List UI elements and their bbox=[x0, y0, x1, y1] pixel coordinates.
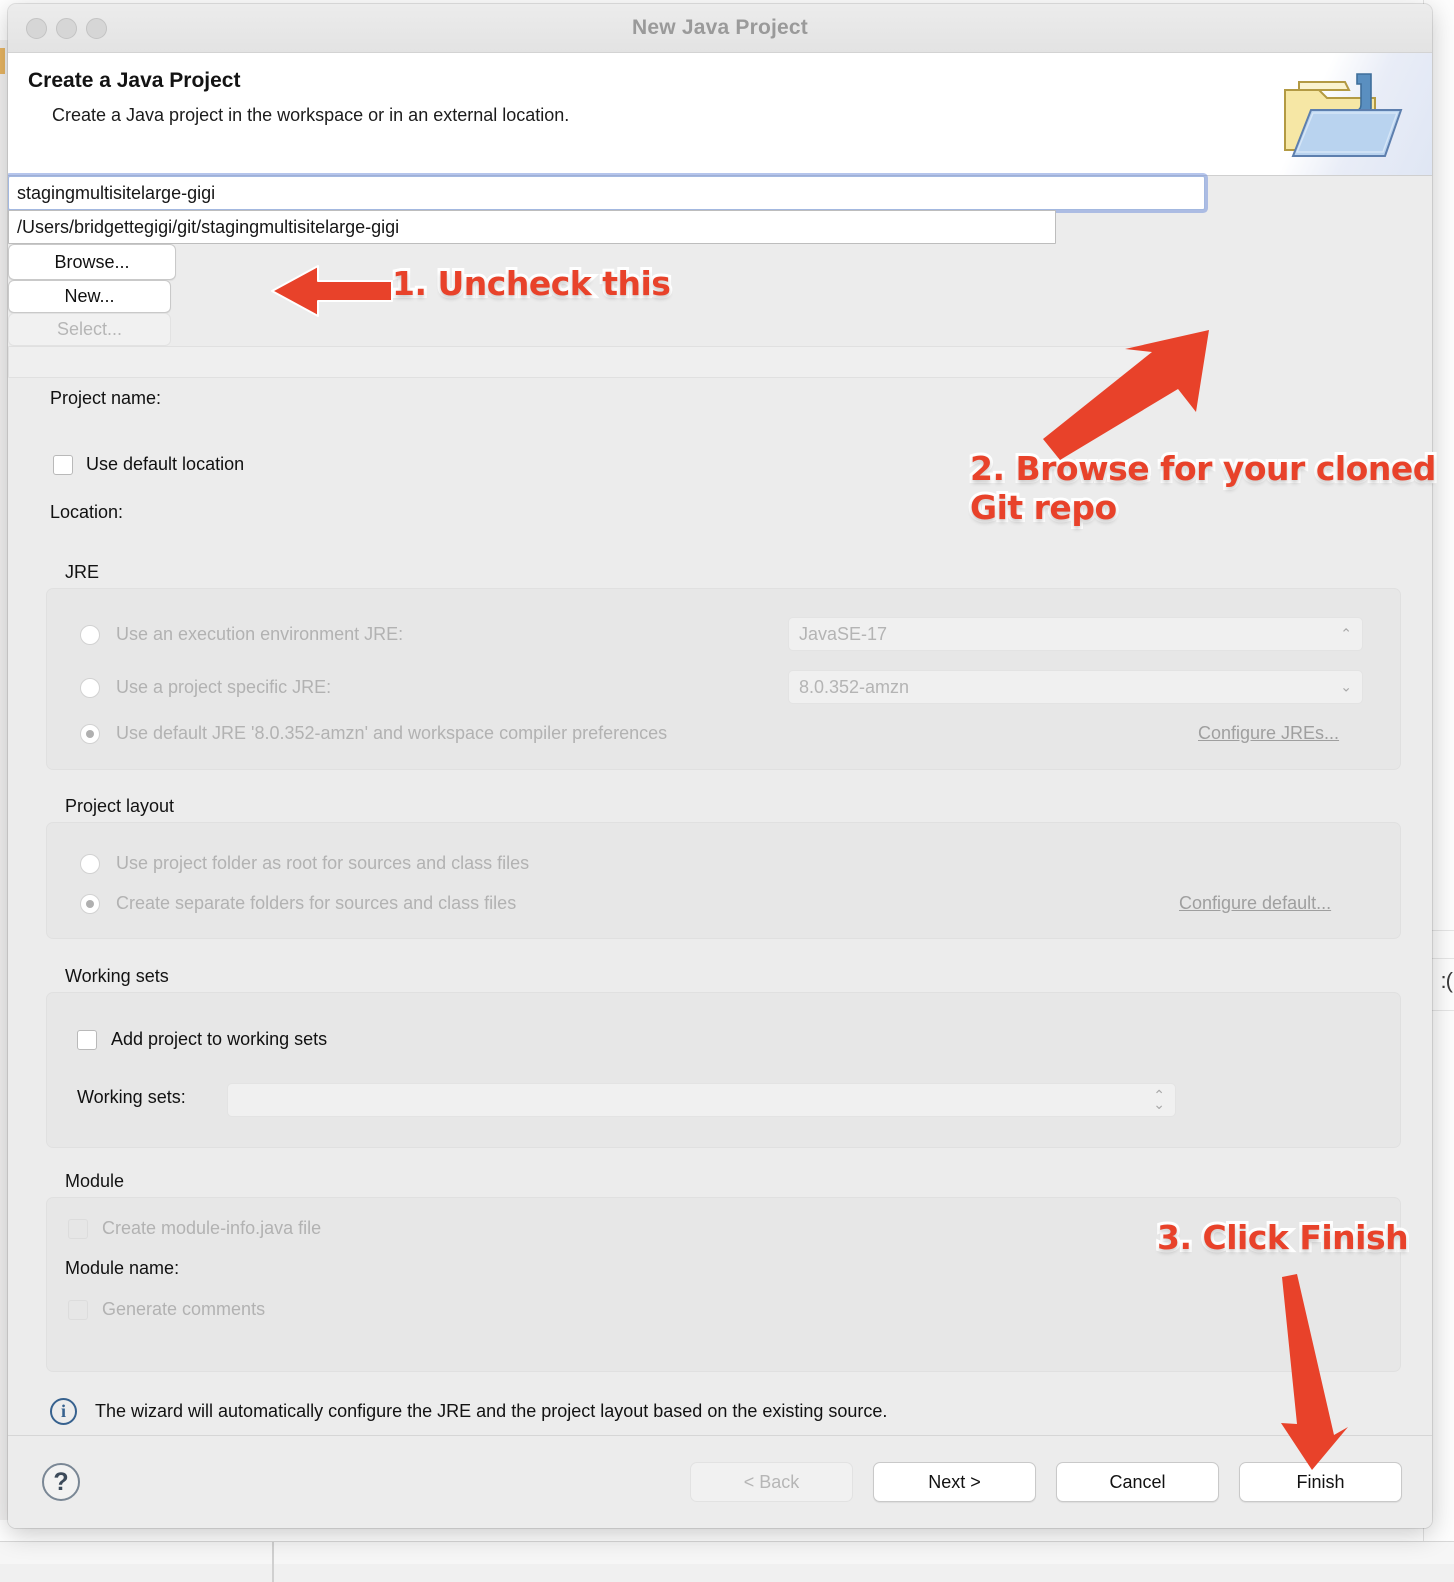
wizard-banner bbox=[1252, 53, 1432, 175]
project-name-input[interactable]: stagingmultisitelarge-gigi bbox=[8, 176, 1205, 210]
add-project-to-working-sets-label: Add project to working sets bbox=[111, 1029, 328, 1049]
background-window-status-bar bbox=[0, 1564, 1454, 1582]
page-description: Create a Java project in the workspace o… bbox=[52, 105, 570, 125]
location-input[interactable]: /Users/bridgettegigi/git/stagingmultisit… bbox=[8, 210, 1056, 244]
annotation-step-1-text: 1. Uncheck this bbox=[389, 261, 674, 306]
next-button[interactable]: Next > bbox=[873, 1462, 1036, 1502]
background-bottom-divider bbox=[272, 1542, 274, 1582]
jre-execution-environment-combo[interactable]: JavaSE-17 ⌃ bbox=[788, 617, 1363, 651]
page-title: Create a Java Project bbox=[28, 69, 241, 92]
info-icon: i bbox=[50, 1398, 77, 1425]
help-button[interactable]: ? bbox=[42, 1463, 80, 1501]
generate-comments-label: Generate comments bbox=[102, 1299, 266, 1319]
info-message-text: The wizard will automatically configure … bbox=[95, 1401, 888, 1421]
working-sets-group-title: Working sets bbox=[65, 966, 169, 986]
annotation-step-3-text: 3. Click Finish bbox=[1154, 1215, 1412, 1260]
jre-project-specific-radio[interactable] bbox=[80, 677, 100, 698]
use-default-location-label: Use default location bbox=[86, 454, 245, 474]
project-layout-group-title: Project layout bbox=[65, 796, 175, 816]
background-tab-marker bbox=[0, 48, 5, 74]
working-sets-row: Working sets: bbox=[77, 1087, 186, 1108]
wizard-body: Project name: stagingmultisitelarge-gigi… bbox=[8, 176, 1432, 1528]
jre-project-specific-option[interactable]: Use a project specific JRE: bbox=[80, 677, 331, 698]
chevron-updown-icon: ⌄ bbox=[1340, 678, 1352, 695]
project-layout-group bbox=[46, 822, 1401, 939]
jre-group-title: JRE bbox=[65, 562, 100, 582]
module-name-label: Module name: bbox=[65, 1258, 180, 1278]
dialog-titlebar: New Java Project bbox=[8, 4, 1432, 53]
footer-button-group: < Back Next > Cancel Finish bbox=[690, 1462, 1402, 1502]
add-project-to-working-sets-checkbox[interactable] bbox=[77, 1029, 97, 1050]
module-name-row: Module name: bbox=[65, 1258, 179, 1279]
layout-project-folder-label: Use project folder as root for sources a… bbox=[116, 853, 530, 873]
jre-execution-environment-label: Use an execution environment JRE: bbox=[116, 624, 404, 644]
browse-button[interactable]: Browse... bbox=[8, 244, 176, 280]
java-project-folder-icon bbox=[1283, 73, 1402, 157]
working-sets-combo[interactable]: ⌃ ⌄ bbox=[227, 1083, 1176, 1117]
layout-separate-folders-option[interactable]: Create separate folders for sources and … bbox=[80, 893, 516, 914]
jre-default-radio[interactable] bbox=[80, 723, 100, 744]
configure-default-link[interactable]: Configure default... bbox=[1179, 893, 1331, 914]
close-button[interactable] bbox=[26, 18, 47, 39]
layout-separate-folders-label: Create separate folders for sources and … bbox=[116, 893, 517, 913]
layout-separate-folders-radio[interactable] bbox=[80, 893, 100, 914]
location-row: Location: bbox=[50, 502, 123, 523]
wizard-header: Create a Java Project Create a Java proj… bbox=[8, 53, 1432, 176]
chevron-updown-icon: ⌃ ⌄ bbox=[1153, 1087, 1165, 1112]
module-name-input[interactable] bbox=[8, 346, 1176, 378]
finish-button[interactable]: Finish bbox=[1239, 1462, 1402, 1502]
select-working-set-button[interactable]: Select... bbox=[8, 313, 171, 346]
window-title: New Java Project bbox=[632, 16, 808, 39]
zoom-button[interactable] bbox=[86, 18, 107, 39]
new-java-project-dialog: New Java Project Create a Java Project C… bbox=[8, 4, 1432, 1528]
jre-execution-environment-value: JavaSE-17 bbox=[799, 623, 888, 644]
jre-default-option[interactable]: Use default JRE '8.0.352-amzn' and works… bbox=[80, 723, 667, 744]
chevron-updown-icon: ⌃ bbox=[1340, 625, 1352, 642]
project-name-label: Project name: bbox=[50, 388, 162, 408]
back-button[interactable]: < Back bbox=[690, 1462, 853, 1502]
jre-execution-environment-option[interactable]: Use an execution environment JRE: bbox=[80, 624, 403, 645]
minimize-button[interactable] bbox=[56, 18, 77, 39]
new-working-set-button[interactable]: New... bbox=[8, 280, 171, 313]
jre-project-specific-value: 8.0.352-amzn bbox=[799, 676, 910, 697]
create-module-info-row[interactable]: Create module-info.java file bbox=[68, 1218, 321, 1239]
jre-default-label: Use default JRE '8.0.352-amzn' and works… bbox=[116, 723, 668, 743]
add-project-to-working-sets-row[interactable]: Add project to working sets bbox=[77, 1029, 327, 1050]
generate-comments-row[interactable]: Generate comments bbox=[68, 1299, 265, 1320]
project-name-row: Project name: bbox=[50, 388, 161, 409]
jre-project-specific-combo[interactable]: 8.0.352-amzn ⌄ bbox=[788, 670, 1363, 704]
create-module-info-label: Create module-info.java file bbox=[102, 1218, 322, 1238]
module-group-title: Module bbox=[65, 1171, 125, 1191]
generate-comments-checkbox[interactable] bbox=[68, 1299, 88, 1320]
configure-jres-link[interactable]: Configure JREs... bbox=[1198, 723, 1339, 744]
working-sets-label: Working sets: bbox=[77, 1087, 186, 1107]
use-default-location-row[interactable]: Use default location bbox=[53, 454, 244, 475]
location-label: Location: bbox=[50, 502, 124, 522]
background-emoticon-text: :( bbox=[1440, 968, 1453, 993]
cancel-button[interactable]: Cancel bbox=[1056, 1462, 1219, 1502]
wizard-info-message: i The wizard will automatically configur… bbox=[50, 1398, 887, 1425]
use-default-location-checkbox[interactable] bbox=[53, 454, 73, 475]
dialog-footer: ? < Back Next > Cancel Finish bbox=[8, 1435, 1432, 1528]
layout-project-folder-radio[interactable] bbox=[80, 853, 100, 874]
working-sets-group bbox=[46, 992, 1401, 1148]
annotation-step-2-text: 2. Browse for your cloned Git repo bbox=[967, 446, 1439, 530]
window-controls bbox=[26, 18, 107, 39]
create-module-info-checkbox[interactable] bbox=[68, 1218, 88, 1239]
jre-execution-environment-radio[interactable] bbox=[80, 624, 100, 645]
jre-project-specific-label: Use a project specific JRE: bbox=[116, 677, 332, 697]
layout-project-folder-option[interactable]: Use project folder as root for sources a… bbox=[80, 853, 529, 874]
